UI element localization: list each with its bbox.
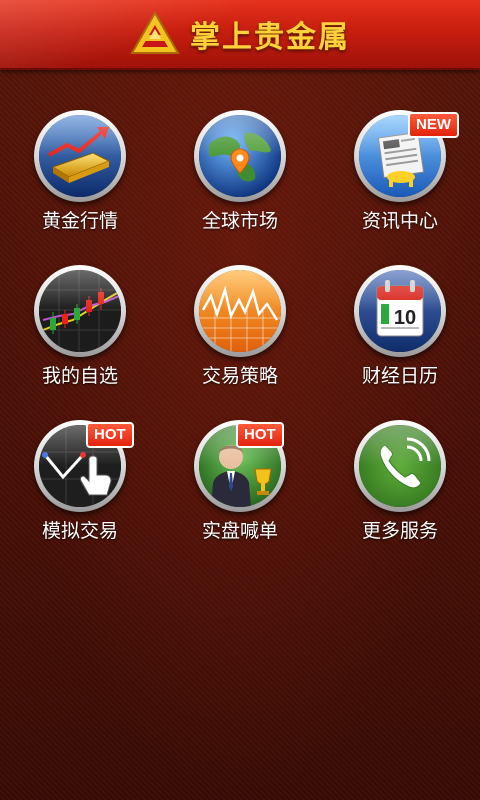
globe-icon <box>199 115 281 197</box>
menu-item-more-services[interactable]: 更多服务 <box>330 420 470 550</box>
menu-item-label: 全球市场 <box>201 210 278 232</box>
menu-icon-frame <box>194 110 286 202</box>
new-badge: NEW <box>408 112 459 138</box>
menu-item-label: 资讯中心 <box>361 210 438 232</box>
menu-icon-frame <box>34 265 126 357</box>
calendar-icon: 10 <box>359 270 441 352</box>
strategy-chart-icon <box>199 270 281 352</box>
menu-item-label: 更多服务 <box>361 520 438 542</box>
phone-icon <box>359 425 441 507</box>
title-bar: 掌上贵金属 <box>0 0 480 70</box>
menu-item-live-calls[interactable]: HOT 实盘喊单 <box>170 420 310 550</box>
menu-item-my-watchlist[interactable]: 我的自选 <box>10 265 150 395</box>
menu-item-trading-strategy[interactable]: 交易策略 <box>170 265 310 395</box>
menu-item-label: 模拟交易 <box>41 520 118 542</box>
menu-item-simulated-trading[interactable]: HOT 模拟交易 <box>10 420 150 550</box>
app-title: 掌上贵金属 <box>190 20 350 55</box>
hot-badge: HOT <box>236 422 284 448</box>
menu-icon-frame <box>194 265 286 357</box>
menu-item-label: 财经日历 <box>361 365 438 387</box>
gold-bar-chart-icon <box>39 115 121 197</box>
menu-icon-frame <box>34 110 126 202</box>
hot-badge: HOT <box>86 422 134 448</box>
svg-text:10: 10 <box>394 307 416 329</box>
menu-item-news-center[interactable]: NEW 资讯中心 <box>330 110 470 240</box>
menu-item-financial-calendar[interactable]: 10 财经日历 <box>330 265 470 395</box>
menu-item-global-market[interactable]: 全球市场 <box>170 110 310 240</box>
app-screen: 掌上贵金属 黄金行情 全球市场 NEW 资讯中心 我的自选 交易策略 10 财经… <box>0 0 480 800</box>
menu-icon-frame <box>354 420 446 512</box>
menu-item-label: 我的自选 <box>41 365 118 387</box>
gold-ingot-logo-icon <box>130 11 180 54</box>
candlestick-chart-icon <box>39 270 121 352</box>
menu-item-label: 交易策略 <box>201 365 278 387</box>
menu-item-label: 实盘喊单 <box>201 520 278 542</box>
menu-icon-frame: 10 <box>354 265 446 357</box>
menu-item-gold-quotes[interactable]: 黄金行情 <box>10 110 150 240</box>
menu-item-label: 黄金行情 <box>41 210 118 232</box>
